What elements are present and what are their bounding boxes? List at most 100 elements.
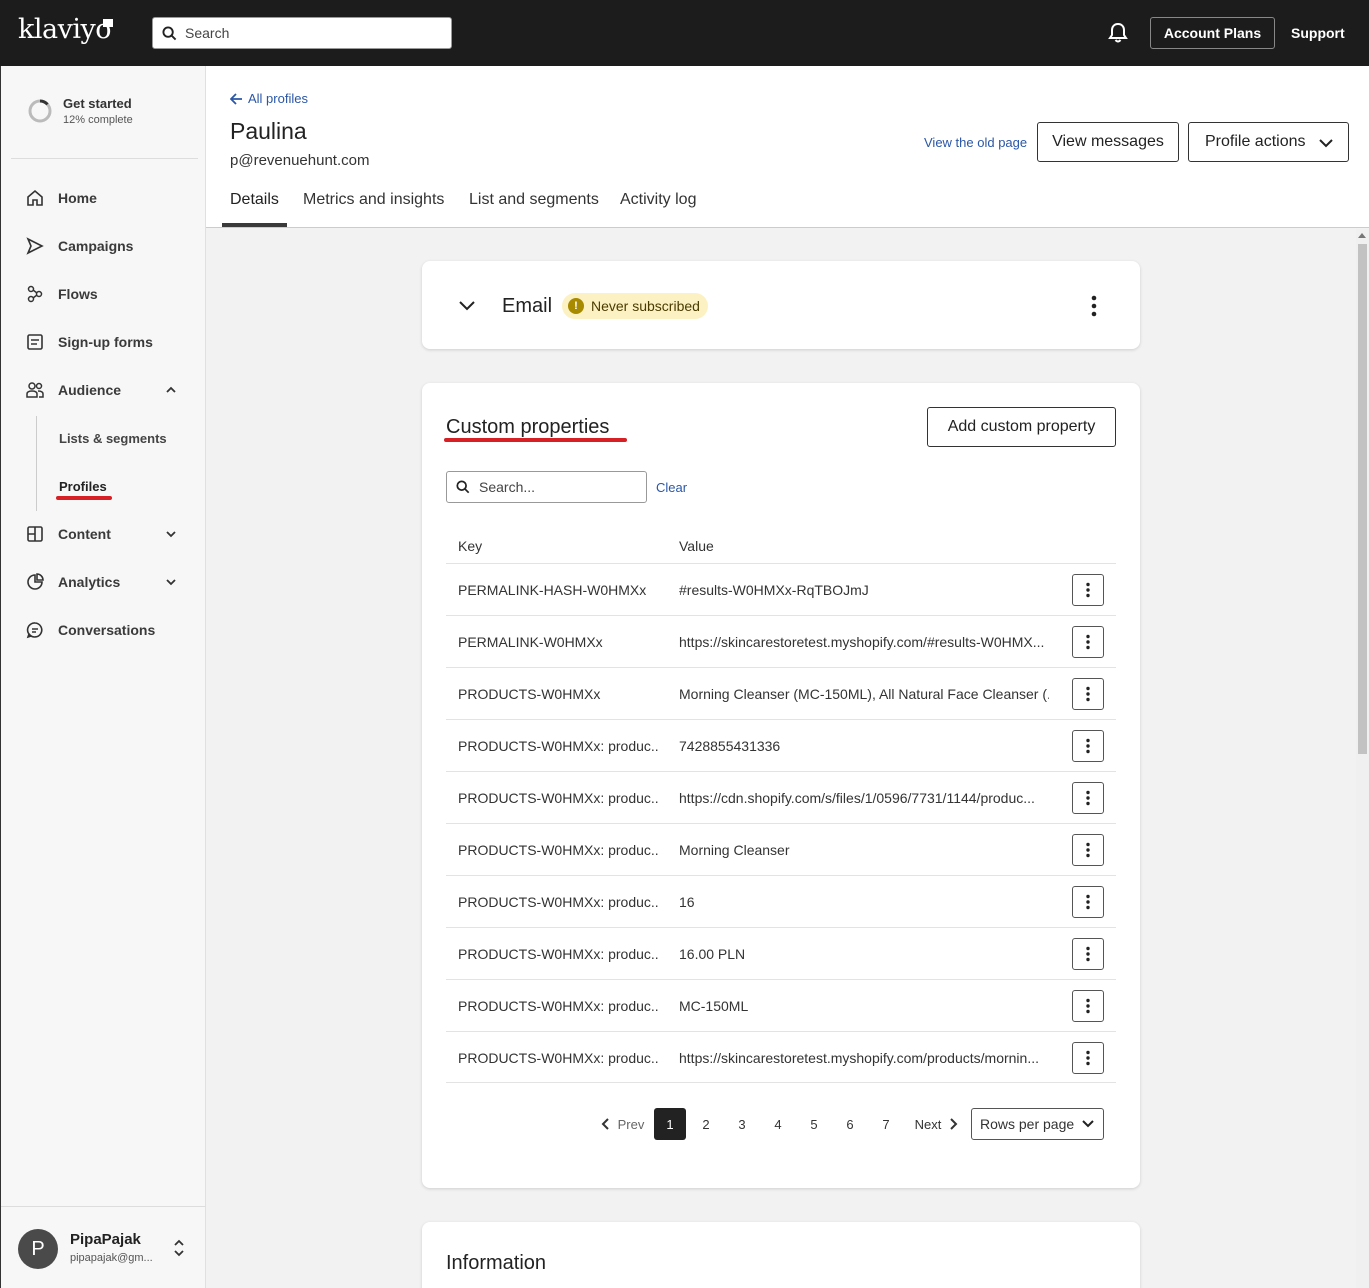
rows-per-page-select[interactable]: Rows per page	[971, 1108, 1104, 1140]
global-search[interactable]	[152, 17, 452, 49]
sidebar-item-signup-forms[interactable]: Sign-up forms	[25, 330, 153, 354]
sidebar-item-analytics[interactable]: Analytics	[25, 570, 120, 594]
row-menu-button[interactable]	[1072, 938, 1104, 970]
kebab-menu-icon	[1086, 738, 1090, 754]
page-button-1[interactable]: 1	[654, 1108, 686, 1140]
kebab-menu-icon	[1086, 894, 1090, 910]
avatar[interactable]: P	[18, 1229, 58, 1269]
get-started-title[interactable]: Get started	[63, 96, 132, 111]
chevron-up-icon[interactable]	[164, 383, 178, 397]
chevron-down-icon[interactable]	[164, 575, 178, 589]
audience-icon	[26, 382, 44, 398]
tab-activity-log[interactable]: Activity log	[620, 191, 696, 209]
kebab-menu-icon	[1086, 998, 1090, 1014]
global-search-input[interactable]	[185, 18, 445, 48]
tab-metrics-insights[interactable]: Metrics and insights	[303, 191, 444, 209]
next-page-button[interactable]: Next	[914, 1108, 960, 1140]
kebab-menu-icon	[1086, 790, 1090, 806]
active-tab-indicator	[222, 223, 287, 227]
page-button-5[interactable]: 5	[798, 1108, 830, 1140]
kebab-menu-icon	[1086, 582, 1090, 598]
sidebar-item-flows[interactable]: Flows	[25, 282, 98, 306]
sidebar-subitem-profiles[interactable]: Profiles	[59, 479, 107, 494]
row-menu-button[interactable]	[1072, 730, 1104, 762]
row-menu-button[interactable]	[1072, 834, 1104, 866]
sidebar-item-conversations[interactable]: Conversations	[25, 618, 155, 642]
property-search[interactable]	[446, 471, 647, 503]
page-button-4[interactable]: 4	[762, 1108, 794, 1140]
property-key: PERMALINK-W0HMXx	[458, 634, 603, 650]
property-key: PRODUCTS-W0HMXx: produc...	[458, 738, 658, 754]
search-icon	[162, 26, 177, 41]
row-menu-button[interactable]	[1072, 1042, 1104, 1074]
chevron-down-icon[interactable]	[458, 298, 476, 312]
sidebar-item-home[interactable]: Home	[25, 186, 97, 210]
sidebar-item-content[interactable]: Content	[25, 522, 111, 546]
page-button-7[interactable]: 7	[870, 1108, 902, 1140]
property-key: PRODUCTS-W0HMXx: produc...	[458, 842, 658, 858]
custom-properties-highlight-underline	[444, 438, 627, 442]
add-custom-property-button[interactable]: Add custom property	[927, 407, 1116, 447]
row-menu-button[interactable]	[1072, 886, 1104, 918]
profile-actions-button[interactable]: Profile actions	[1188, 122, 1349, 162]
rows-per-page-label: Rows per page	[980, 1116, 1075, 1132]
sidebar-item-label: Flows	[58, 286, 98, 302]
scrollbar-thumb[interactable]	[1358, 244, 1367, 754]
row-menu-button[interactable]	[1072, 574, 1104, 606]
sidebar-item-campaigns[interactable]: Campaigns	[25, 234, 133, 258]
row-menu-button[interactable]	[1072, 678, 1104, 710]
support-link[interactable]: Support	[1291, 25, 1345, 41]
kebab-menu-icon[interactable]	[1090, 295, 1098, 317]
tab-list-segments[interactable]: List and segments	[469, 191, 599, 209]
klaviyo-logo[interactable]: klaviyo	[18, 14, 112, 45]
sidebar-subitem-lists-segments[interactable]: Lists & segments	[59, 431, 167, 446]
arrow-left-icon	[230, 92, 242, 105]
sidebar-item-label: Conversations	[58, 622, 156, 638]
sidebar-item-audience[interactable]: Audience	[25, 378, 121, 402]
row-menu-button[interactable]	[1072, 626, 1104, 658]
view-old-page-link[interactable]: View the old page	[924, 135, 1027, 150]
property-key: PERMALINK-HASH-W0HMXx	[458, 582, 647, 598]
property-key: PRODUCTS-W0HMXx: produc...	[458, 790, 658, 806]
bell-icon[interactable]	[1108, 22, 1128, 44]
kebab-menu-icon	[1086, 946, 1090, 962]
row-menu-button[interactable]	[1072, 782, 1104, 814]
row-menu-button[interactable]	[1072, 990, 1104, 1022]
user-divider	[1, 1206, 206, 1207]
property-key: PRODUCTS-W0HMXx: produc...	[458, 946, 658, 962]
clear-search-link[interactable]: Clear	[656, 480, 687, 495]
top-bar: klaviyo Account Plans Support	[0, 0, 1369, 66]
chevron-right-icon	[950, 1118, 958, 1130]
prev-page-button[interactable]: Prev	[599, 1108, 645, 1140]
sidebar-item-label: Audience	[58, 382, 122, 398]
profile-header: All profiles Paulina p@revenuehunt.com V…	[206, 66, 1369, 228]
progress-ring-icon[interactable]	[27, 98, 53, 124]
kebab-menu-icon	[1086, 634, 1090, 650]
table-row: PRODUCTS-W0HMXx: produc... 16	[446, 875, 1116, 927]
all-profiles-label: All profiles	[248, 91, 308, 106]
property-value: 16	[679, 894, 695, 910]
profile-name: Paulina	[230, 118, 307, 144]
account-plans-button[interactable]: Account Plans	[1150, 17, 1275, 49]
property-value: https://cdn.shopify.com/s/files/1/0596/7…	[679, 790, 1035, 806]
all-profiles-link[interactable]: All profiles	[230, 91, 308, 106]
table-row: PRODUCTS-W0HMXx: produc... https://skinca…	[446, 1031, 1116, 1083]
scroll-up-arrow-icon[interactable]	[1358, 233, 1366, 238]
tab-details[interactable]: Details	[230, 191, 279, 209]
user-name: PipaPajak	[70, 1231, 141, 1248]
kebab-menu-icon	[1086, 842, 1090, 858]
properties-table: PERMALINK-HASH-W0HMXx #results-W0HMXx-RqT…	[446, 563, 1116, 1083]
kebab-menu-icon	[1086, 686, 1090, 702]
chevron-down-icon[interactable]	[164, 527, 178, 541]
page-button-2[interactable]: 2	[690, 1108, 722, 1140]
page-button-6[interactable]: 6	[834, 1108, 866, 1140]
view-messages-button[interactable]: View messages	[1037, 122, 1179, 162]
property-value: 16.00 PLN	[679, 946, 746, 962]
page-button-3[interactable]: 3	[726, 1108, 758, 1140]
account-switcher-icon[interactable]	[172, 1238, 186, 1258]
next-label: Next	[914, 1116, 942, 1132]
custom-properties-card: Custom properties Add custom property Cl…	[422, 383, 1140, 1188]
property-search-input[interactable]	[479, 472, 639, 502]
form-icon	[27, 334, 43, 350]
profile-email: p@revenuehunt.com	[230, 152, 370, 169]
